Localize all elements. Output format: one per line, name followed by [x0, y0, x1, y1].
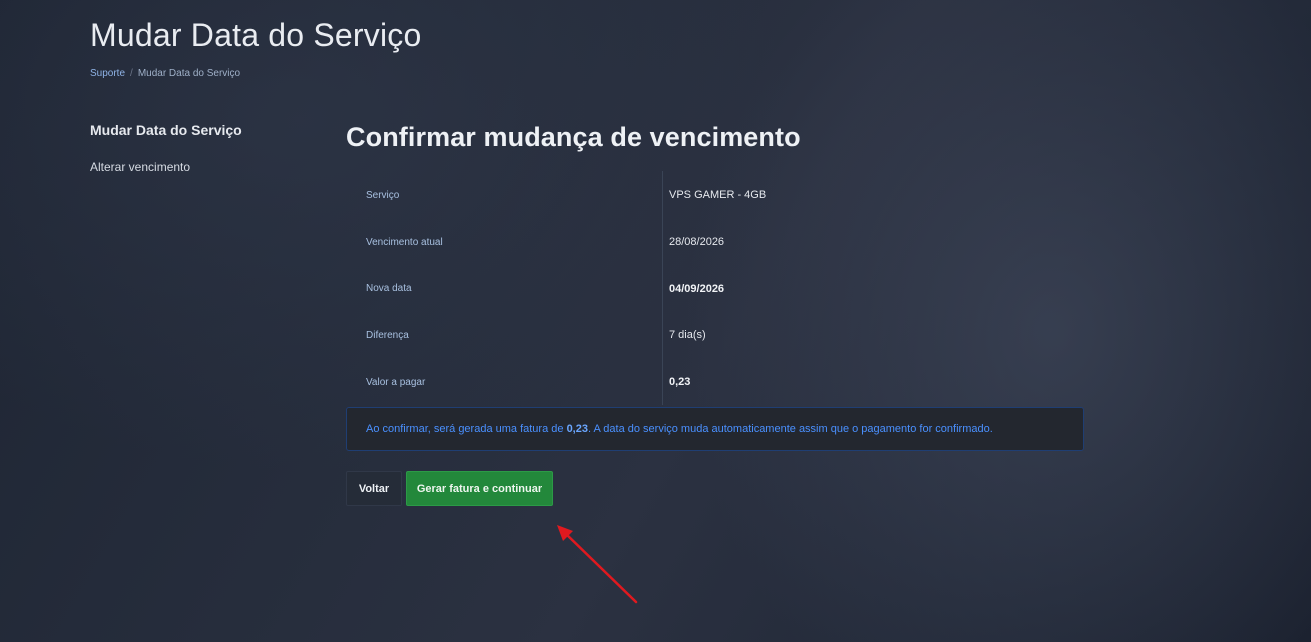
alert-prefix: Ao confirmar, será gerada uma fatura de — [366, 423, 567, 436]
arrow-head — [557, 525, 573, 541]
row-value-valor-a-pagar: 0,23 — [669, 376, 691, 389]
breadcrumb: Suporte / Mudar Data do Serviço — [90, 68, 240, 79]
row-label-servico: Serviço — [346, 171, 663, 219]
arrow-shaft — [562, 530, 638, 604]
breadcrumb-link-suporte[interactable]: Suporte — [90, 68, 125, 79]
main-content: Confirmar mudança de vencimento Serviço … — [346, 122, 1086, 507]
summary-table: Serviço VPS GAMER - 4GB Vencimento atual… — [346, 171, 1086, 406]
row-value-vencimento-atual: 28/08/2026 — [669, 236, 725, 249]
row-label-diferenca: Diferença — [346, 312, 663, 359]
sidebar: Mudar Data do Serviço Alterar vencimento — [90, 122, 310, 174]
generate-invoice-button[interactable]: Gerar fatura e continuar — [406, 471, 553, 507]
action-buttons: Voltar Gerar fatura e continuar — [346, 471, 1086, 507]
table-row: Serviço VPS GAMER - 4GB — [346, 171, 1086, 219]
back-button[interactable]: Voltar — [346, 471, 402, 507]
row-value-diferenca: 7 dia(s) — [669, 329, 706, 342]
row-label-valor-a-pagar: Valor a pagar — [346, 358, 663, 406]
table-row: Vencimento atual 28/08/2026 — [346, 218, 1086, 266]
breadcrumb-separator: / — [130, 68, 133, 79]
alert-text: Ao confirmar, será gerada uma fatura de … — [366, 423, 993, 435]
row-label-nova-data: Nova data — [346, 265, 663, 313]
alert-amount: 0,23 — [566, 423, 588, 436]
section-title: Confirmar mudança de vencimento — [346, 122, 801, 152]
table-row: Diferença 7 dia(s) — [346, 312, 1086, 359]
row-value-servico: VPS GAMER - 4GB — [669, 189, 767, 202]
breadcrumb-current: Mudar Data do Serviço — [137, 68, 241, 79]
table-row: Nova data 04/09/2026 — [346, 265, 1086, 313]
red-arrow-annotation-icon — [557, 525, 638, 604]
sidebar-item-alterar-vencimento[interactable]: Alterar vencimento — [90, 160, 310, 174]
page-title: Mudar Data do Serviço — [90, 17, 422, 53]
sidebar-title: Mudar Data do Serviço — [90, 122, 242, 138]
alert-suffix: . A data do serviço muda automaticamente… — [587, 423, 993, 436]
table-row: Valor a pagar 0,23 — [346, 358, 1086, 406]
info-alert: Ao confirmar, será gerada uma fatura de … — [346, 407, 1084, 452]
row-label-vencimento-atual: Vencimento atual — [346, 218, 663, 266]
row-value-nova-data: 04/09/2026 — [669, 282, 725, 295]
